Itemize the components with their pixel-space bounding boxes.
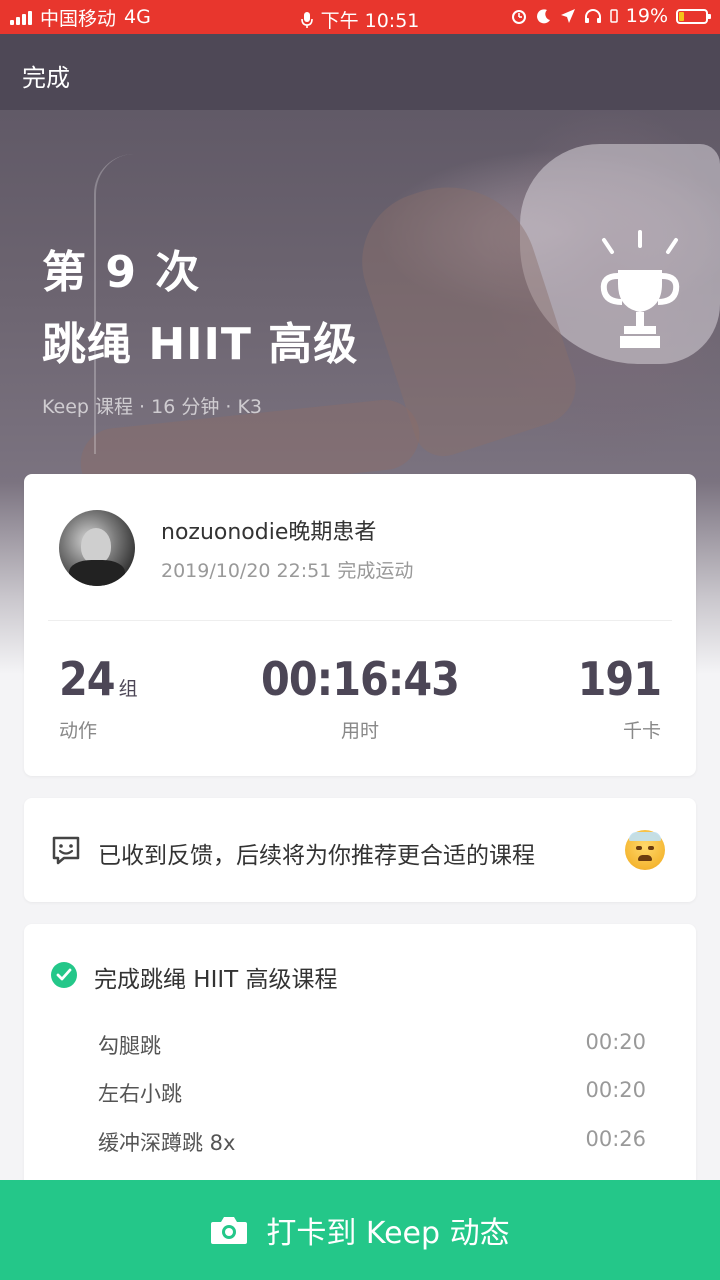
duration-value: 00:16:43: [261, 652, 460, 706]
calories-label: 千卡: [622, 720, 661, 742]
feedback-text: 已收到反馈，后续将为你推荐更合适的课程: [98, 843, 535, 869]
exercise-name: 左右小跳: [98, 1082, 182, 1106]
exercise-name: 勾腿跳: [98, 1034, 161, 1058]
trophy-icon: [600, 230, 680, 348]
exercise-time: 00:26: [585, 1127, 646, 1151]
divider: [48, 620, 672, 621]
feedback-smile-icon: [52, 836, 80, 865]
camera-icon: [211, 1217, 248, 1244]
exercise-time: 00:20: [585, 1078, 646, 1102]
feedback-card[interactable]: 已收到反馈，后续将为你推荐更合适的课程: [24, 798, 696, 902]
calories-value: 191: [577, 652, 662, 706]
post-to-keep-label: 打卡到 Keep 动态: [266, 1216, 510, 1251]
rotation-lock-icon: [610, 9, 618, 23]
location-icon: [560, 9, 575, 23]
workout-count: 第 9 次: [42, 247, 202, 298]
exercise-name: 缓冲深蹲跳 8x: [98, 1131, 236, 1155]
course-meta: Keep 课程 · 16 分钟 · K3: [42, 396, 262, 418]
check-circle-icon: [51, 962, 77, 988]
stat-calories: 191 千卡: [577, 652, 662, 743]
clock: 下午 10:51: [320, 10, 420, 32]
nav-bar: [0, 34, 720, 110]
finish-timestamp: 2019/10/20 22:51 完成运动: [161, 560, 414, 582]
headphones-icon: [584, 9, 601, 23]
status-bar: 中国移动 4G 下午 10:51 19%: [0, 0, 720, 34]
exercise-row: 左右小跳 00:20: [98, 1078, 646, 1108]
summary-card: nozuonodie晚期患者 2019/10/20 22:51 完成运动 24 组…: [24, 474, 696, 776]
course-complete-title: 完成跳绳 HIIT 高级课程: [94, 967, 338, 993]
moon-icon: [536, 9, 550, 24]
exercise-row: 勾腿跳 00:20: [98, 1030, 646, 1060]
exercise-row: 缓冲深蹲跳 8x 00:26: [98, 1127, 646, 1157]
battery-percent: 19%: [625, 5, 668, 27]
exercise-time: 00:20: [585, 1030, 646, 1054]
alarm-icon: [511, 10, 526, 24]
course-name: 跳绳 HIIT 高级: [42, 319, 359, 370]
battery-icon: [676, 8, 711, 24]
exhausted-emoji-icon: [625, 830, 665, 870]
post-to-keep-button[interactable]: 打卡到 Keep 动态: [0, 1180, 720, 1280]
microphone-icon: [300, 11, 313, 28]
avatar[interactable]: [59, 510, 135, 586]
username[interactable]: nozuonodie晚期患者: [161, 514, 376, 546]
done-button[interactable]: 完成: [22, 58, 70, 93]
